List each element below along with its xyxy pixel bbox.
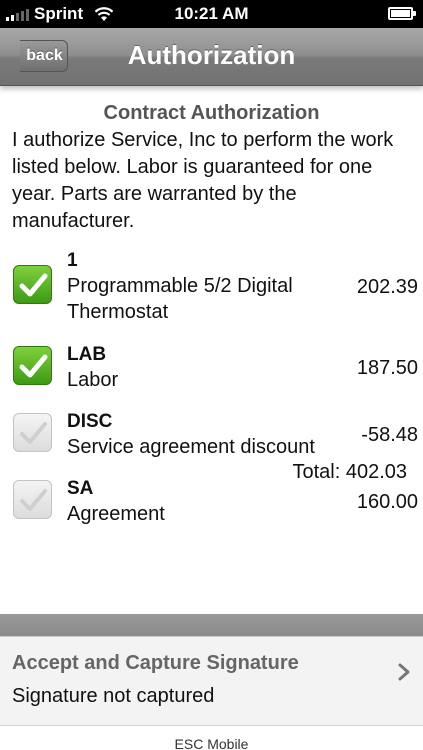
item-checkbox-unchecked[interactable] <box>13 480 52 519</box>
status-bar: Sprint 10:21 AM <box>0 0 423 28</box>
signature-status: Signature not captured <box>12 685 215 707</box>
back-button-label: back <box>26 47 63 64</box>
page-title: Authorization <box>127 40 296 70</box>
item-checkbox-checked[interactable] <box>13 346 52 385</box>
contract-text: I authorize Service, Inc to perform the … <box>12 129 394 232</box>
item-description: Service agreement discount <box>67 436 315 458</box>
item-amount: 202.39 <box>356 276 418 298</box>
accept-signature-row[interactable]: Accept and Capture Signature Signature n… <box>0 636 423 726</box>
item-code: 1 <box>67 250 78 271</box>
item-amount: 187.50 <box>356 357 418 379</box>
status-time: 10:21 AM <box>174 4 249 23</box>
item-amount: -58.48 <box>361 424 418 446</box>
checkmark-icon <box>19 273 48 297</box>
checkmark-icon <box>19 354 48 378</box>
battery-icon <box>388 7 416 20</box>
item-code: LAB <box>67 344 107 365</box>
checkmark-icon <box>20 489 47 511</box>
navigation-bar: back Authorization <box>0 28 423 86</box>
section-divider <box>0 614 423 636</box>
signature-row-title: Accept and Capture Signature <box>12 652 299 674</box>
checkmark-icon <box>20 422 47 444</box>
item-code: DISC <box>67 411 113 432</box>
chevron-right-icon <box>398 663 410 681</box>
item-description: Agreement <box>67 503 165 525</box>
contract-title: Contract Authorization <box>103 102 320 124</box>
item-code: SA <box>67 478 94 499</box>
item-amount: 160.00 <box>356 491 418 513</box>
item-checkbox-checked[interactable] <box>13 265 52 304</box>
footer-brand: ESC Mobile <box>174 736 249 750</box>
item-description: Labor <box>67 369 119 391</box>
item-checkbox-unchecked[interactable] <box>13 413 52 452</box>
total-amount: Total: 402.03 <box>292 461 407 483</box>
item-description: Programmable 5/2 Digital Thermostat <box>67 275 293 323</box>
